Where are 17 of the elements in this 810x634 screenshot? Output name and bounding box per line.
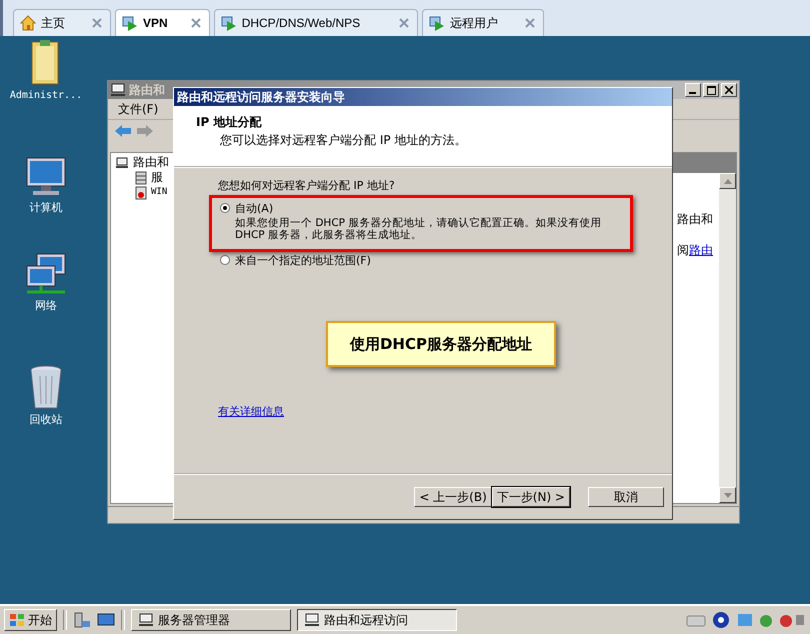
tab-label: DHCP/DNS/Web/NPS — [242, 16, 360, 30]
tab-label: 主页 — [41, 14, 65, 32]
desktop-icon-label: 回收站 — [30, 412, 62, 427]
desktop-icon-label: Administr... — [10, 90, 82, 101]
dialog-title: 路由和远程访问服务器安装向导 — [174, 88, 672, 106]
callout-note: 使用DHCP服务器分配地址 — [326, 321, 556, 367]
pane-text: 阅路由 — [677, 242, 713, 259]
page-heading: IP 地址分配 — [196, 114, 262, 131]
question-text: 您想如何对远程客户端分配 IP 地址? — [218, 178, 396, 193]
option-description: 如果您使用一个 DHCP 服务器分配地址，请确认它配置正确。如果没有使用 DHCP 服务器，此服务器将生成地址。 — [234, 217, 602, 241]
tab-label: 远程用户 — [450, 14, 498, 32]
window-title: 路由和 — [129, 82, 165, 98]
tab-label: VPN — [143, 16, 168, 30]
desktop-icon-label: 网络 — [35, 298, 57, 313]
pane-text: 路由和 — [677, 211, 713, 228]
desktop-icon-label: 计算机 — [30, 200, 62, 215]
page-subtitle: 您可以选择对远程客户端分配 IP 地址的方法。 — [219, 132, 468, 149]
